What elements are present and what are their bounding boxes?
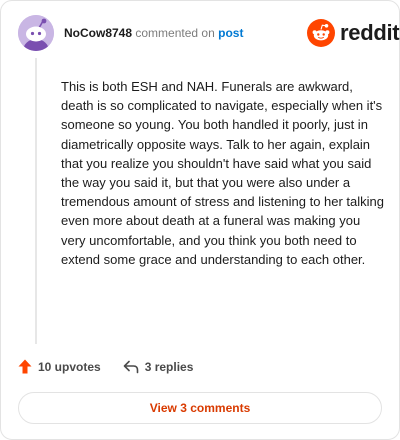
comment-body: This is both ESH and NAH. Funerals are a… [61, 79, 385, 267]
upvote-arrow-icon [18, 359, 32, 374]
upvote-button[interactable]: 10 upvotes [18, 359, 101, 374]
avatar[interactable] [18, 15, 54, 51]
username[interactable]: NoCow8748 [64, 26, 132, 40]
reddit-logo[interactable]: reddit [307, 19, 400, 47]
reddit-wordmark: reddit [340, 20, 400, 45]
snoo-avatar-icon [18, 15, 54, 51]
comment-actions: 10 upvotes 3 replies [18, 359, 193, 374]
thread-line [35, 58, 37, 344]
comment-header: NoCow8748 commented on post [64, 25, 243, 41]
reddit-snoo-icon [307, 19, 335, 47]
post-link[interactable]: post [218, 26, 243, 40]
view-comments-label: View 3 comments [149, 401, 251, 415]
replies-button[interactable]: 3 replies [123, 359, 194, 374]
view-comments-button[interactable]: View 3 comments [18, 392, 382, 424]
reply-arrow-icon [123, 360, 139, 373]
commented-on-text: commented on [135, 26, 215, 40]
replies-count: 3 replies [144, 359, 194, 374]
upvotes-count: 10 upvotes [38, 359, 101, 374]
comment-card: NoCow8748 commented on post reddit This … [0, 0, 400, 440]
